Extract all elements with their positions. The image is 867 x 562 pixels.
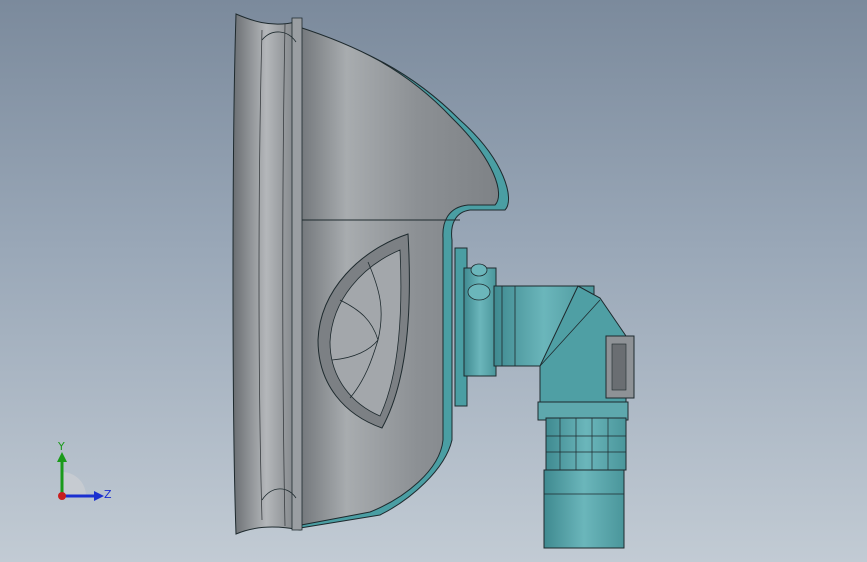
vertical-tube-ribbed	[545, 417, 627, 471]
z-axis-arrow	[94, 491, 104, 501]
cad-viewport[interactable]: Y Z	[0, 0, 867, 562]
y-axis-label: Y	[57, 440, 65, 453]
vertical-tube	[543, 469, 625, 549]
triad-quadrant	[62, 472, 86, 496]
origin-dot	[58, 492, 66, 500]
vertical-tube-collar	[537, 401, 629, 421]
port-middle	[467, 283, 491, 301]
rim-band	[291, 17, 303, 531]
swivel-cap-inner	[611, 343, 627, 391]
mask-assembly-model[interactable]	[0, 0, 867, 562]
reference-triad-icon: Y Z	[57, 440, 112, 501]
face-seal-rim	[232, 13, 301, 535]
y-axis-arrow	[57, 452, 67, 462]
port-top	[470, 263, 488, 277]
z-axis-label: Z	[104, 488, 112, 501]
